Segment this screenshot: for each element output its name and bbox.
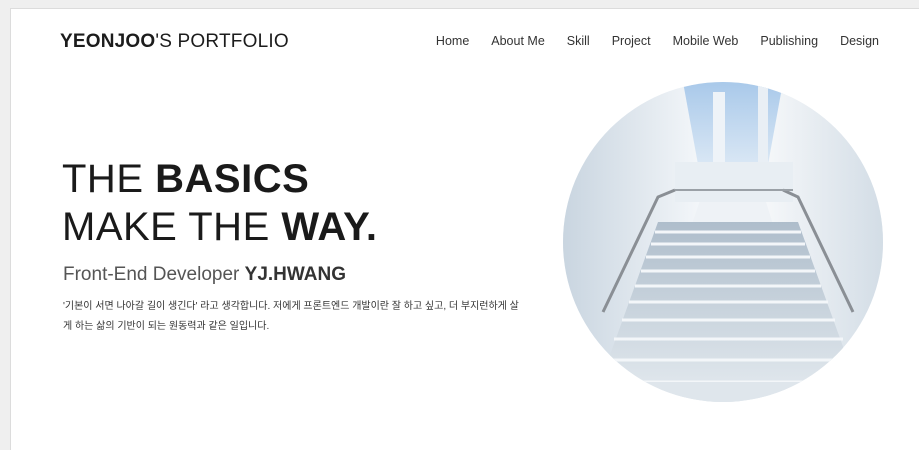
staircase-illustration [563,82,883,402]
hero-line-1-light: THE [62,157,156,201]
nav-publishing[interactable]: Publishing [760,34,818,48]
nav-about-me[interactable]: About Me [491,34,545,48]
nav-mobile-web[interactable]: Mobile Web [673,34,739,48]
header: YEONJOO'S PORTFOLIO Home About Me Skill … [11,9,919,75]
main-nav: Home About Me Skill Project Mobile Web P… [414,34,879,48]
subtitle-role: Front-End Developer [63,264,245,285]
hero-title: THE BASICS MAKE THE WAY. [62,155,378,251]
subtitle-name: YJ.HWANG [244,264,347,285]
hero-line-2-bold: WAY. [281,205,378,249]
hero-line-2: MAKE THE WAY. [62,203,378,251]
hero-line-1: THE BASICS [62,155,378,203]
logo-rest: 'S PORTFOLIO [155,31,289,52]
nav-project[interactable]: Project [612,34,651,48]
page: YEONJOO'S PORTFOLIO Home About Me Skill … [10,8,919,450]
hero-line-1-bold: BASICS [155,157,310,201]
nav-design[interactable]: Design [840,34,879,48]
logo-bold: YEONJOO [60,31,156,52]
hero-subtitle: Front-End Developer YJ.HWANG [63,264,346,286]
nav-skill[interactable]: Skill [567,34,590,48]
hero-description: '기본이 서면 나아갈 길이 생긴다' 라고 생각합니다. 저에게 프론트엔드 … [63,301,519,332]
hero-line-2-light: MAKE THE [62,205,282,249]
hero-staircase-image [563,82,883,402]
site-logo[interactable]: YEONJOO'S PORTFOLIO [60,31,289,53]
nav-home[interactable]: Home [436,34,469,48]
